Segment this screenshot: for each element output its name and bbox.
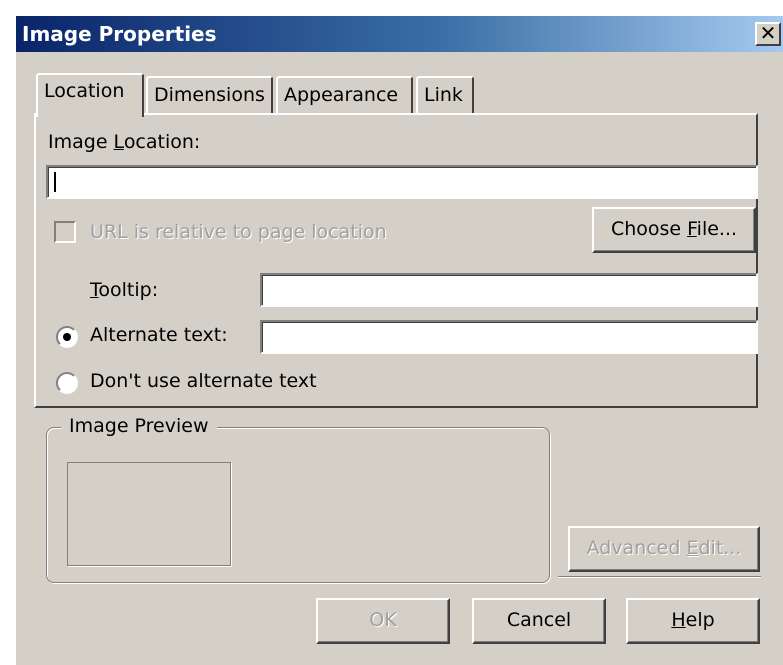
image-location-label: Image Location: xyxy=(48,131,201,153)
tab-link-label: Link xyxy=(424,84,463,106)
location-tab-panel: Image Location: URL is relative to page … xyxy=(34,113,758,408)
tooltip-label: Tooltip: xyxy=(90,279,159,301)
image-preview-legend: Image Preview xyxy=(61,415,217,437)
image-properties-dialog: Image Properties ✕ Location Dimensions A… xyxy=(14,14,783,665)
url-relative-checkbox[interactable] xyxy=(54,221,76,243)
help-button[interactable]: Help xyxy=(626,598,760,644)
dialog-title: Image Properties xyxy=(22,22,217,46)
tab-appearance-label: Appearance xyxy=(284,84,399,106)
image-location-input[interactable] xyxy=(46,165,758,199)
no-alternate-text-radio[interactable] xyxy=(56,372,78,394)
tab-dimensions[interactable]: Dimensions xyxy=(146,76,273,114)
tab-appearance[interactable]: Appearance xyxy=(276,76,413,114)
button-separator xyxy=(558,576,761,578)
alternate-text-radio[interactable] xyxy=(56,326,78,348)
tab-link[interactable]: Link xyxy=(416,76,474,114)
image-preview-group: Image Preview xyxy=(46,415,550,583)
radio-selected-dot xyxy=(63,333,71,341)
tooltip-input[interactable] xyxy=(260,273,758,307)
advanced-edit-button[interactable]: Advanced Edit... xyxy=(568,526,760,572)
alternate-text-label: Alternate text: xyxy=(90,324,228,346)
close-button[interactable]: ✕ xyxy=(755,22,781,46)
text-caret xyxy=(54,172,56,192)
image-preview-area xyxy=(67,462,231,566)
tab-dimensions-label: Dimensions xyxy=(154,84,265,106)
tab-location[interactable]: Location xyxy=(36,73,144,117)
ok-button[interactable]: OK xyxy=(316,598,450,644)
close-icon: ✕ xyxy=(759,21,777,45)
cancel-button[interactable]: Cancel xyxy=(472,598,606,644)
no-alternate-text-label: Don't use alternate text xyxy=(90,370,317,392)
url-relative-label: URL is relative to page location xyxy=(90,221,387,243)
choose-file-button[interactable]: Choose File... xyxy=(592,207,756,253)
tab-location-label: Location xyxy=(44,80,125,102)
title-bar[interactable]: Image Properties ✕ xyxy=(16,16,783,52)
alternate-text-input[interactable] xyxy=(260,320,758,354)
